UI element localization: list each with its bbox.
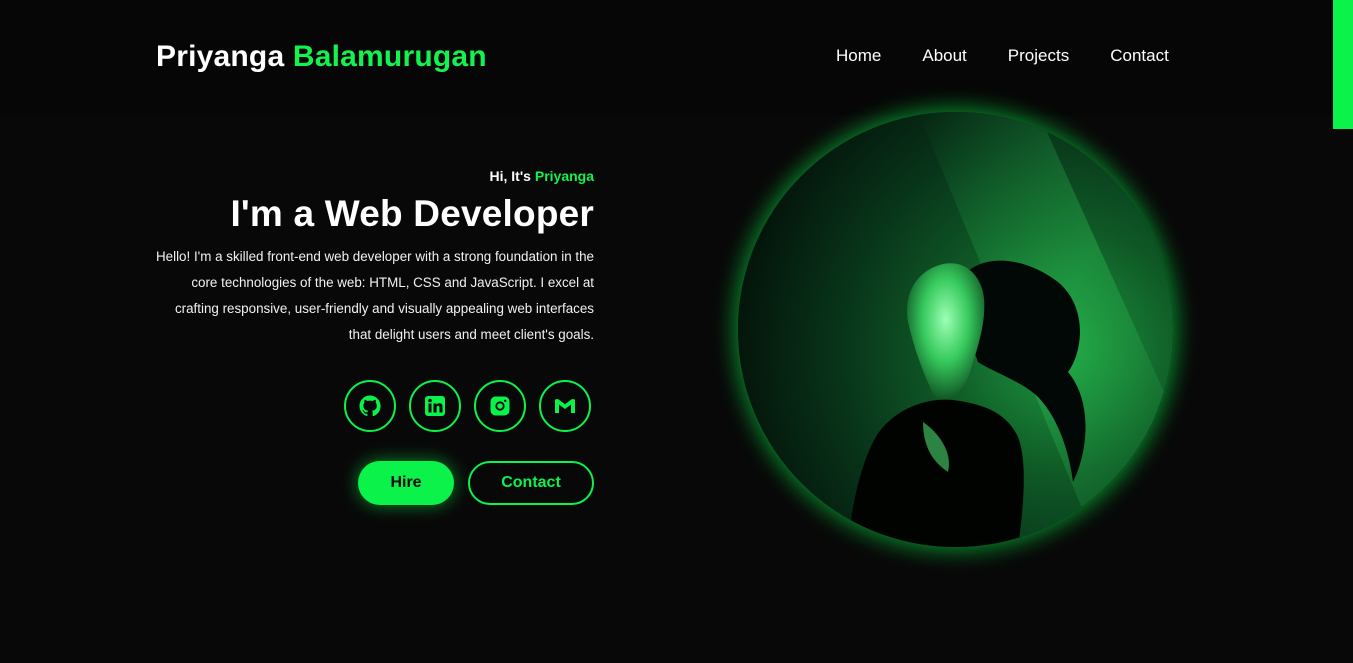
logo-last-name: Balamurugan xyxy=(292,40,487,73)
intro-section: Hi, It's Priyanga I'm a Web Developer He… xyxy=(150,168,594,348)
greeting-prefix: Hi, It's xyxy=(489,168,531,184)
gmail-icon xyxy=(555,399,575,413)
header: Priyanga Balamurugan Home About Projects… xyxy=(0,0,1353,116)
page-title: I'm a Web Developer xyxy=(230,193,594,234)
nav-about[interactable]: About xyxy=(922,46,966,66)
profile-photo-illustration xyxy=(848,112,1173,547)
greeting: Hi, It's Priyanga xyxy=(150,168,594,184)
nav-projects[interactable]: Projects xyxy=(1008,46,1069,66)
github-link[interactable] xyxy=(344,380,396,432)
main-nav: Home About Projects Contact xyxy=(836,46,1169,66)
instagram-icon xyxy=(490,396,510,416)
linkedin-link[interactable] xyxy=(409,380,461,432)
logo-first-name: Priyanga xyxy=(156,40,285,73)
site-logo[interactable]: Priyanga Balamurugan xyxy=(156,40,487,74)
linkedin-icon xyxy=(425,396,445,416)
social-links xyxy=(344,380,591,432)
hire-button[interactable]: Hire xyxy=(358,461,454,505)
gmail-link[interactable] xyxy=(539,380,591,432)
profile-photo xyxy=(738,112,1173,547)
nav-contact[interactable]: Contact xyxy=(1110,46,1169,66)
bio-text: Hello! I'm a skilled front-end web devel… xyxy=(155,249,594,342)
contact-button[interactable]: Contact xyxy=(468,461,594,505)
page: Priyanga Balamurugan Home About Projects… xyxy=(0,0,1353,663)
nav-home[interactable]: Home xyxy=(836,46,881,66)
scrollbar-thumb[interactable] xyxy=(1333,0,1353,129)
github-icon xyxy=(359,395,381,417)
greeting-name: Priyanga xyxy=(534,168,594,184)
instagram-link[interactable] xyxy=(474,380,526,432)
